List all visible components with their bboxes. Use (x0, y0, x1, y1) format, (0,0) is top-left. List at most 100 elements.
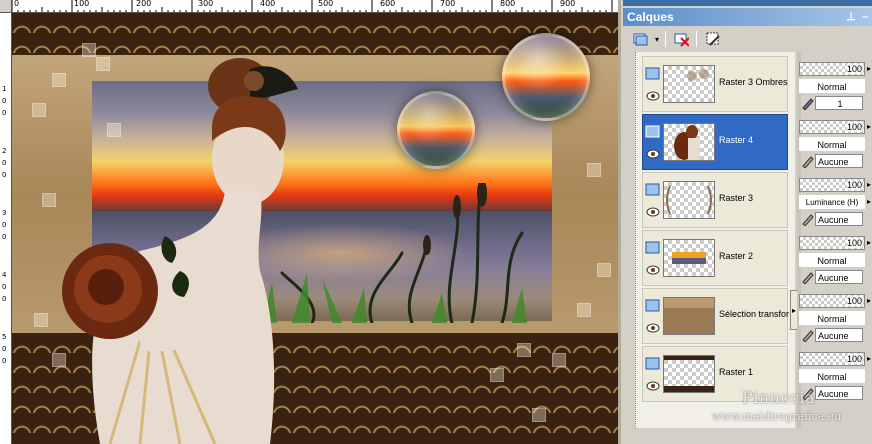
toolbar-separator (665, 31, 667, 47)
glass-sphere-large (502, 33, 590, 121)
watermark-name: Pinuccia (742, 388, 816, 407)
layer-name[interactable]: Raster 3 (719, 193, 789, 203)
layer-props-row: 100 ▸ Normal Aucune (799, 288, 872, 344)
ruler-left-label: 1 (2, 85, 7, 93)
opacity-arrow-icon[interactable]: ▸ (867, 296, 871, 305)
ruler-top-label: 600 (380, 0, 396, 8)
group-link-icon (802, 330, 814, 342)
layer-group-value[interactable]: Aucune (815, 386, 863, 400)
ruler-left: 1 0 0 2 0 0 3 0 0 4 0 0 5 0 0 (0, 13, 12, 444)
layer-name[interactable]: Raster 2 (719, 251, 789, 261)
layer-thumbnail (663, 239, 715, 277)
eye-icon[interactable] (646, 91, 660, 101)
opacity-slider[interactable]: 100 (799, 62, 865, 76)
artwork-image[interactable] (12, 13, 618, 444)
ruler-left-label: 0 (2, 295, 7, 303)
layer-row-raster-2[interactable]: Raster 2 (642, 230, 788, 286)
layer-row-raster-4[interactable]: Raster 4 (642, 114, 788, 170)
layer-properties: 100 ▸ Normal 1 100 ▸ Normal Aucune 100 ▸… (799, 52, 872, 428)
layer-name[interactable]: Raster 4 (719, 135, 789, 145)
layer-thumbnail (663, 297, 715, 335)
opacity-value: 100 (846, 122, 862, 132)
blend-mode-select[interactable]: Normal (799, 79, 865, 93)
ruler-left-label: 0 (2, 345, 7, 353)
opacity-slider[interactable]: 100 (799, 352, 865, 366)
glass-tile (597, 263, 611, 277)
blend-mode-select[interactable]: Normal (799, 137, 865, 151)
layer-group-value[interactable]: Aucune (815, 328, 863, 342)
layer-name[interactable]: Raster 1 (719, 367, 789, 377)
ruler-top-label: 500 (318, 0, 334, 8)
ruler-left-label: 0 (2, 159, 7, 167)
layer-thumbnail (663, 65, 715, 103)
toolbar-separator (696, 31, 698, 47)
opacity-slider[interactable]: 100 (799, 236, 865, 250)
opacity-value: 100 (846, 180, 862, 190)
opacity-value: 100 (846, 64, 862, 74)
chevron-down-icon[interactable]: ▾ (655, 35, 659, 44)
opacity-value: 100 (846, 296, 862, 306)
layer-group-value[interactable]: Aucune (815, 212, 863, 226)
minimize-icon[interactable]: – (859, 11, 871, 23)
eye-icon[interactable] (646, 265, 660, 275)
ruler-left-label: 0 (2, 171, 7, 179)
blend-mode-select[interactable]: Normal (799, 311, 865, 325)
ruler-left-label: 4 (2, 271, 7, 279)
ruler-left-label: 5 (2, 333, 7, 341)
layer-type-icon (645, 299, 660, 312)
ruler-top-label: 400 (260, 0, 276, 8)
ruler-left-label: 2 (2, 147, 7, 155)
layer-row-raster-3-ombres[interactable]: Raster 3 Ombres (642, 56, 788, 112)
layer-name[interactable]: Raster 3 Ombres (719, 77, 789, 87)
watermark-site: www.maidiregrafica.eu (712, 410, 842, 423)
panel-titlebar[interactable]: Calques ⊥ – (623, 8, 872, 26)
opacity-slider[interactable]: 100 (799, 178, 865, 192)
eye-icon[interactable] (646, 149, 660, 159)
layer-props-row: 100 ▸ Normal 1 (799, 56, 872, 112)
ruler-left-label: 3 (2, 209, 7, 217)
new-layer-button[interactable] (631, 30, 649, 48)
opacity-arrow-icon[interactable]: ▸ (867, 354, 871, 363)
glass-tile (587, 163, 601, 177)
layer-name[interactable]: Sélection transforn (719, 309, 789, 319)
pin-icon[interactable]: ⊥ (845, 11, 857, 23)
ruler-left-label: 0 (2, 97, 7, 105)
opacity-slider[interactable]: 100 (799, 120, 865, 134)
ruler-top-label: 200 (136, 0, 152, 8)
opacity-arrow-icon[interactable]: ▸ (867, 238, 871, 247)
layer-group-value[interactable]: Aucune (815, 270, 863, 284)
blend-mode-select[interactable]: Luminance (H) (799, 195, 865, 209)
glass-tile (577, 303, 591, 317)
mask-button[interactable] (703, 30, 721, 48)
eye-icon[interactable] (646, 207, 660, 217)
layer-list: Raster 3 Ombres Raster 4 Raster 3 Raster… (635, 52, 795, 428)
opacity-arrow-icon[interactable]: ▸ (867, 180, 871, 189)
delete-layer-button[interactable] (672, 30, 690, 48)
opacity-arrow-icon[interactable]: ▸ (867, 122, 871, 131)
blend-mode-select[interactable]: Normal (799, 369, 865, 383)
layer-type-icon (645, 183, 660, 196)
opacity-slider[interactable]: 100 (799, 294, 865, 308)
ruler-left-label: 0 (2, 283, 7, 291)
eye-icon[interactable] (646, 381, 660, 391)
ruler-top-label: 900 (560, 0, 576, 8)
layer-group-value[interactable]: 1 (815, 96, 863, 110)
woman-figure (62, 58, 298, 444)
layer-row-selection-transform[interactable]: Sélection transforn (642, 288, 789, 344)
chevron-right-icon[interactable]: ▸ (867, 197, 871, 206)
ruler-left-label: 0 (2, 357, 7, 365)
eye-icon[interactable] (646, 323, 660, 333)
opacity-arrow-icon[interactable]: ▸ (867, 64, 871, 73)
layer-type-icon (645, 125, 660, 138)
panel-title: Calques (627, 10, 674, 24)
ruler-top-ticks (12, 0, 613, 12)
blend-mode-select[interactable]: Normal (799, 253, 865, 267)
layer-props-row: 100 ▸ Normal Aucune (799, 230, 872, 286)
ruler-top-label: 100 (74, 0, 90, 8)
layer-props-row: 100 ▸ Normal Aucune (799, 114, 872, 170)
previous-panel-titlebar[interactable] (623, 0, 872, 6)
layer-row-raster-3[interactable]: Raster 3 (642, 172, 788, 228)
ruler-top-label: 800 (500, 0, 516, 8)
layer-group-value[interactable]: Aucune (815, 154, 863, 168)
canvas-area[interactable]: 0 100 200 300 400 500 600 700 800 900 1 … (0, 0, 618, 444)
